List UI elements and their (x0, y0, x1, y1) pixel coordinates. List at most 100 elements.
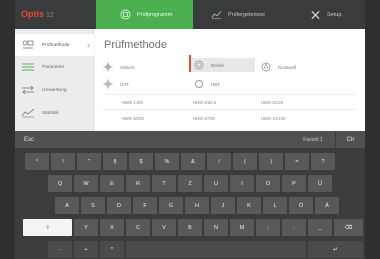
chevron-right-icon: › (87, 40, 90, 50)
sidebar-item-pruefmethode[interactable]: Prüfmethode › (15, 34, 94, 56)
favorite-key[interactable]: Favorit 1 (291, 131, 335, 148)
key[interactable]: C (126, 219, 150, 236)
sidebar-item-parameter[interactable]: Parameter (15, 56, 94, 78)
method-option-brinell[interactable]: Brinell (191, 58, 255, 72)
key[interactable]: = (285, 153, 309, 170)
key[interactable]: Ö (289, 197, 313, 214)
sidebar-item-label: Parameter (42, 64, 65, 70)
sidebar-item-umwertung[interactable]: Umwertung (15, 79, 94, 101)
backspace-key[interactable]: ⌫ (334, 219, 363, 236)
esc-key[interactable]: Esc (15, 131, 43, 148)
method-label: HBT (211, 81, 220, 87)
key[interactable]: ° (25, 153, 49, 170)
clear-key[interactable]: Clr (335, 131, 365, 148)
tab-setup[interactable]: Setup (286, 0, 365, 29)
key[interactable]: $ (129, 153, 153, 170)
tab-label: Prüfergebnisse (228, 11, 265, 18)
key[interactable]: % (155, 153, 179, 170)
brinell-icon (194, 60, 204, 70)
key[interactable]: A (55, 197, 79, 214)
scale-option[interactable]: HBW 5/750 (193, 116, 215, 121)
method-option-hbt[interactable]: HBT (194, 77, 258, 91)
sidebar: Prüfmethode › Parameter Umwertung Statis… (15, 29, 94, 131)
tools-icon (310, 9, 321, 20)
space-key[interactable] (126, 241, 306, 258)
sliders-icon (21, 62, 35, 72)
scale-option[interactable]: HBW 10/100 (261, 116, 285, 121)
key[interactable]: - (48, 241, 72, 258)
scale-option[interactable]: HBW 5/250 (122, 116, 144, 121)
hardness-tester-icon (21, 40, 35, 50)
key[interactable]: ) (259, 153, 283, 170)
divider (103, 94, 355, 95)
key[interactable]: T (152, 175, 176, 192)
statistics-icon (21, 108, 35, 118)
key[interactable]: : (282, 219, 306, 236)
key[interactable]: F (133, 197, 157, 214)
rockwell-icon (261, 62, 271, 72)
shift-key[interactable]: ⇧ (23, 219, 72, 236)
scale-option[interactable]: HBW 5/125 (261, 100, 283, 105)
method-option-vickers[interactable]: Vickers (103, 60, 187, 74)
key[interactable]: H (185, 197, 209, 214)
main-panel: Prüfmethode Vickers Brinell Rockwell UVT… (95, 29, 365, 131)
key[interactable]: I (230, 175, 254, 192)
scale-option[interactable]: HBW 2,5/5 (122, 100, 143, 105)
key[interactable]: W (74, 175, 98, 192)
key[interactable]: Ü (308, 175, 332, 192)
method-label: Rockwell (278, 64, 297, 70)
key[interactable]: ! (51, 153, 75, 170)
key[interactable]: § (103, 153, 127, 170)
key[interactable]: Ä (315, 197, 339, 214)
key[interactable]: * (100, 241, 124, 258)
key[interactable]: U (204, 175, 228, 192)
key[interactable]: G (159, 197, 183, 214)
key[interactable]: D (107, 197, 131, 214)
key[interactable]: B (178, 219, 202, 236)
divider (103, 109, 355, 110)
key[interactable]: Z (178, 175, 202, 192)
key[interactable]: Q (48, 175, 72, 192)
key[interactable]: Y (74, 219, 98, 236)
key[interactable]: R (126, 175, 150, 192)
key[interactable]: V (152, 219, 176, 236)
scale-option[interactable]: HBW 5/62,5 (193, 100, 216, 105)
key[interactable]: + (74, 241, 98, 258)
key[interactable]: & (181, 153, 205, 170)
key[interactable]: X (100, 219, 124, 236)
key[interactable]: ( (233, 153, 257, 170)
uvt-icon (103, 79, 113, 89)
method-option-rockwell[interactable]: Rockwell (261, 60, 341, 74)
conversion-icon (21, 85, 35, 95)
key[interactable]: N (204, 219, 228, 236)
vickers-icon (103, 62, 113, 72)
sidebar-item-label: Prüfmethode (42, 42, 70, 48)
sidebar-item-statistik[interactable]: Statistik (15, 102, 94, 124)
key[interactable]: O (256, 175, 280, 192)
grid-icon (120, 9, 131, 20)
key[interactable]: P (282, 175, 306, 192)
app-screen: Optis 12 Prüfprogramm Prüfergebnisse Setu… (15, 0, 365, 259)
enter-key[interactable]: ↵ (308, 241, 363, 258)
method-option-uvt[interactable]: UVT (103, 77, 187, 91)
hbt-icon (194, 79, 204, 89)
method-label: Vickers (120, 64, 135, 70)
key[interactable]: L (263, 197, 287, 214)
key[interactable]: " (77, 153, 101, 170)
on-screen-keyboard: Esc Favorit 1 Clr ° ! " § $ % & / ( ) = … (15, 131, 365, 259)
key[interactable]: J (211, 197, 235, 214)
method-label: UVT (120, 81, 129, 87)
key[interactable]: ; (256, 219, 280, 236)
app-logo: Optis 12 (21, 9, 54, 19)
tab-pruefergebnisse[interactable]: Prüfergebnisse (193, 0, 286, 29)
key[interactable]: E (100, 175, 124, 192)
key[interactable]: K (237, 197, 261, 214)
sidebar-item-label: Umwertung (42, 87, 67, 93)
key[interactable]: ? (311, 153, 335, 170)
tab-label: Setup (327, 11, 342, 18)
key[interactable]: / (207, 153, 231, 170)
tab-pruefprogramm[interactable]: Prüfprogramm (96, 0, 193, 29)
key[interactable]: M (230, 219, 254, 236)
key[interactable]: S (81, 197, 105, 214)
key[interactable]: _ (308, 219, 332, 236)
